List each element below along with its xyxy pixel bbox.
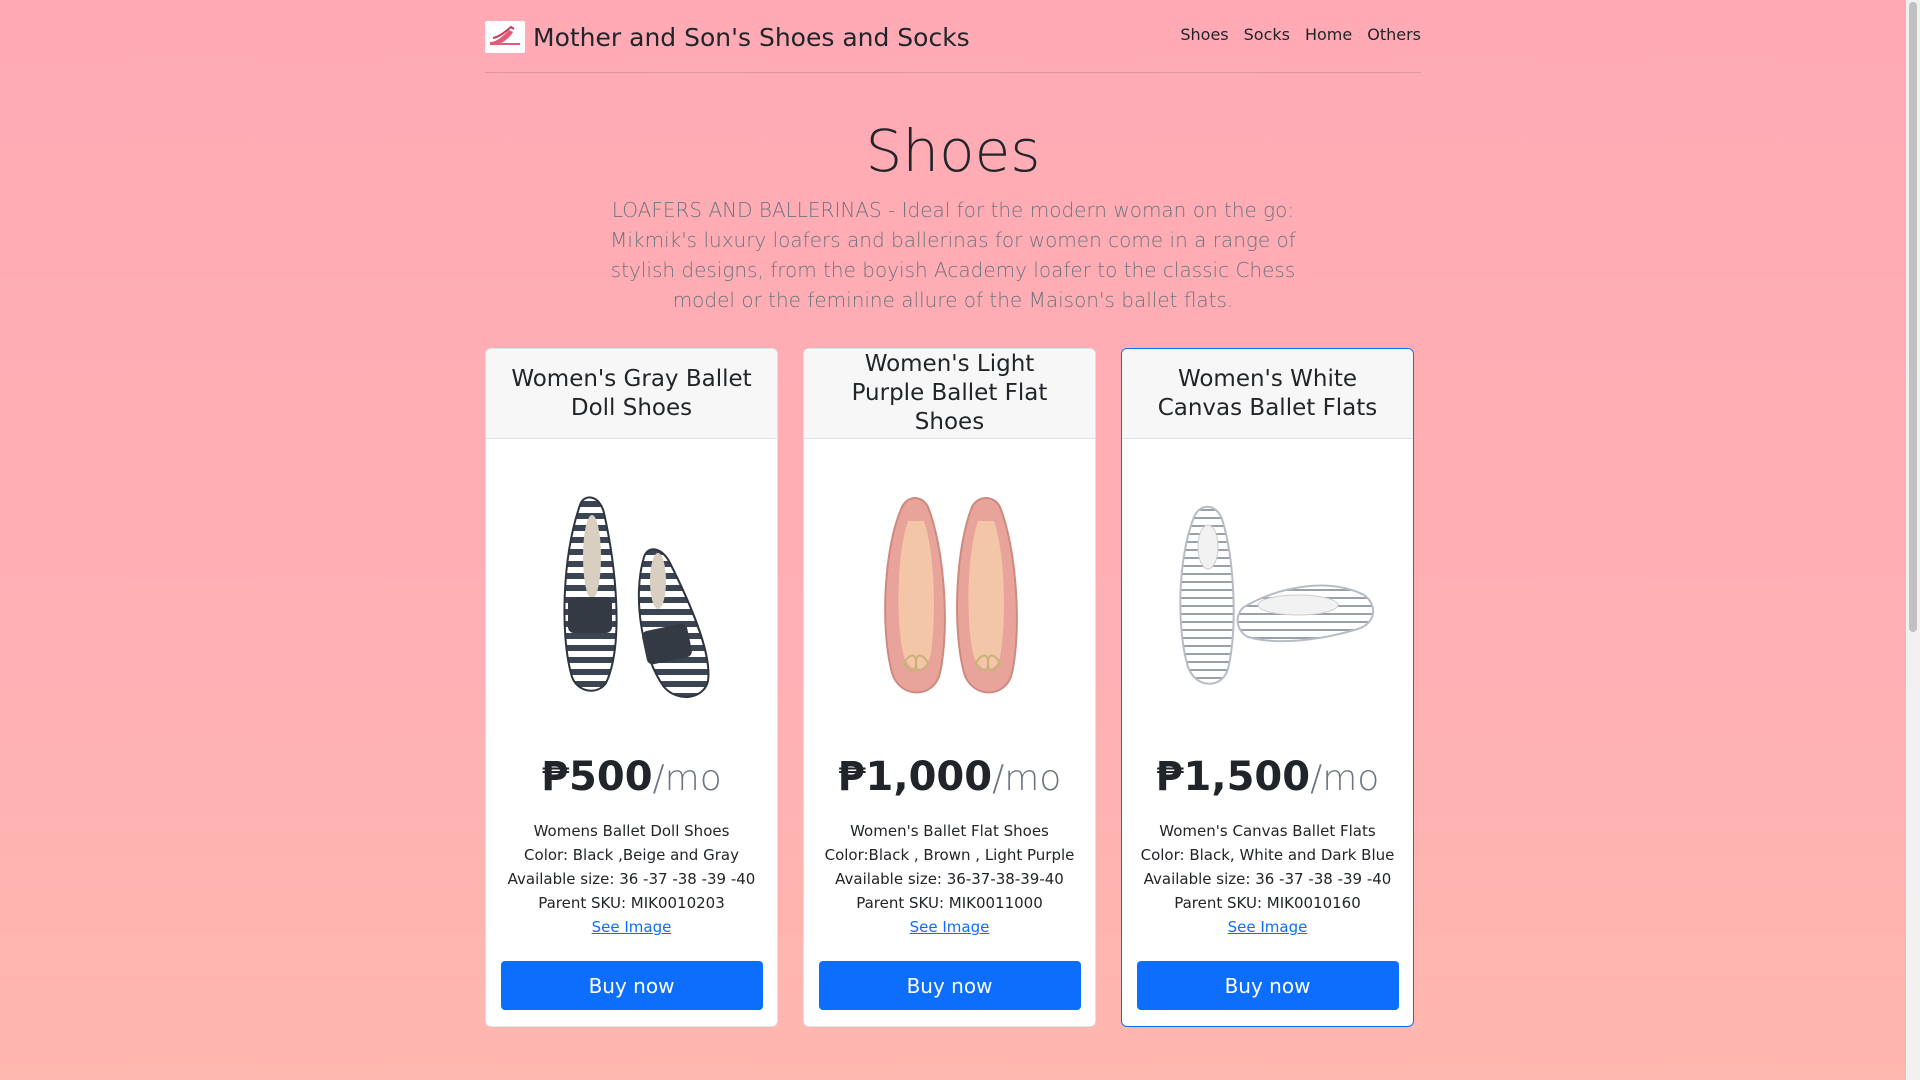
see-image-link[interactable]: See Image — [592, 918, 672, 936]
price-value: ₱1,500 — [1155, 754, 1311, 800]
main-nav: Shoes Socks Home Others — [1180, 25, 1421, 44]
site-header: Mother and Son's Shoes and Socks Shoes S… — [485, 0, 1421, 73]
product-title: Women's Light Purple Ballet Flat Shoes — [804, 349, 1095, 439]
product-details: Womens Ballet Doll Shoes Color: Black ,B… — [486, 819, 777, 939]
product-detail-line: Available size: 36 -37 -38 -39 -40 — [507, 870, 756, 888]
product-card: Women's Gray Ballet Doll Shoes ₱500/mo W… — [485, 348, 778, 1027]
product-price: ₱500/mo — [486, 755, 777, 799]
buy-now-button[interactable]: Buy now — [1136, 961, 1399, 1010]
product-detail-line: Color: Black, White and Dark Blue — [1140, 846, 1395, 864]
buy-now-button[interactable]: Buy now — [818, 961, 1081, 1010]
page-scrollbar[interactable] — [1906, 0, 1920, 1080]
product-image — [1122, 439, 1413, 755]
product-price: ₱1,000/mo — [804, 755, 1095, 799]
page-description: LOAFERS AND BALLERINAS - Ideal for the m… — [610, 197, 1296, 312]
see-image-link[interactable]: See Image — [1228, 918, 1308, 936]
product-cards: Women's Gray Ballet Doll Shoes ₱500/mo W… — [485, 348, 1414, 1027]
product-detail-line: Womens Ballet Doll Shoes — [533, 822, 730, 840]
price-value: ₱1,000 — [837, 754, 993, 800]
product-detail-line: Parent SKU: MIK0010203 — [538, 894, 725, 912]
shoe-icon — [485, 21, 525, 53]
product-title: Women's White Canvas Ballet Flats — [1122, 349, 1413, 439]
product-card: Women's White Canvas Ballet Flats ₱1,500… — [1121, 348, 1414, 1027]
product-title: Women's Gray Ballet Doll Shoes — [486, 349, 777, 439]
nav-socks[interactable]: Socks — [1244, 25, 1290, 44]
product-details: Women's Ballet Flat Shoes Color:Black , … — [804, 819, 1095, 939]
price-value: ₱500 — [541, 754, 653, 800]
product-image — [804, 439, 1095, 755]
nav-others[interactable]: Others — [1367, 25, 1421, 44]
product-detail-line: Women's Canvas Ballet Flats — [1159, 822, 1376, 840]
hero-section: Shoes LOAFERS AND BALLERINAS - Ideal for… — [485, 117, 1421, 315]
scrollbar-thumb[interactable] — [1909, 2, 1917, 632]
product-card: Women's Light Purple Ballet Flat Shoes ₱… — [803, 348, 1096, 1027]
product-price: ₱1,500/mo — [1122, 755, 1413, 799]
nav-home[interactable]: Home — [1305, 25, 1352, 44]
product-detail-line: Available size: 36 -37 -38 -39 -40 — [1143, 870, 1392, 888]
price-unit: /mo — [652, 758, 722, 799]
see-image-link[interactable]: See Image — [910, 918, 990, 936]
brand[interactable]: Mother and Son's Shoes and Socks — [485, 21, 970, 53]
product-detail-line: Color: Black ,Beige and Gray — [524, 846, 739, 864]
product-detail-line: Parent SKU: MIK0011000 — [856, 894, 1043, 912]
product-detail-line: Color:Black , Brown , Light Purple — [824, 846, 1075, 864]
product-image — [486, 439, 777, 755]
product-detail-line: Women's Ballet Flat Shoes — [850, 822, 1049, 840]
price-unit: /mo — [992, 758, 1062, 799]
price-unit: /mo — [1310, 758, 1380, 799]
brand-name: Mother and Son's Shoes and Socks — [533, 22, 970, 52]
nav-shoes[interactable]: Shoes — [1180, 25, 1228, 44]
product-detail-line: Available size: 36-37-38-39-40 — [835, 870, 1064, 888]
page-container: Mother and Son's Shoes and Socks Shoes S… — [485, 0, 1421, 1027]
buy-now-button[interactable]: Buy now — [500, 961, 763, 1010]
page-title: Shoes — [865, 117, 1041, 185]
product-details: Women's Canvas Ballet Flats Color: Black… — [1122, 819, 1413, 939]
product-detail-line: Parent SKU: MIK0010160 — [1174, 894, 1361, 912]
